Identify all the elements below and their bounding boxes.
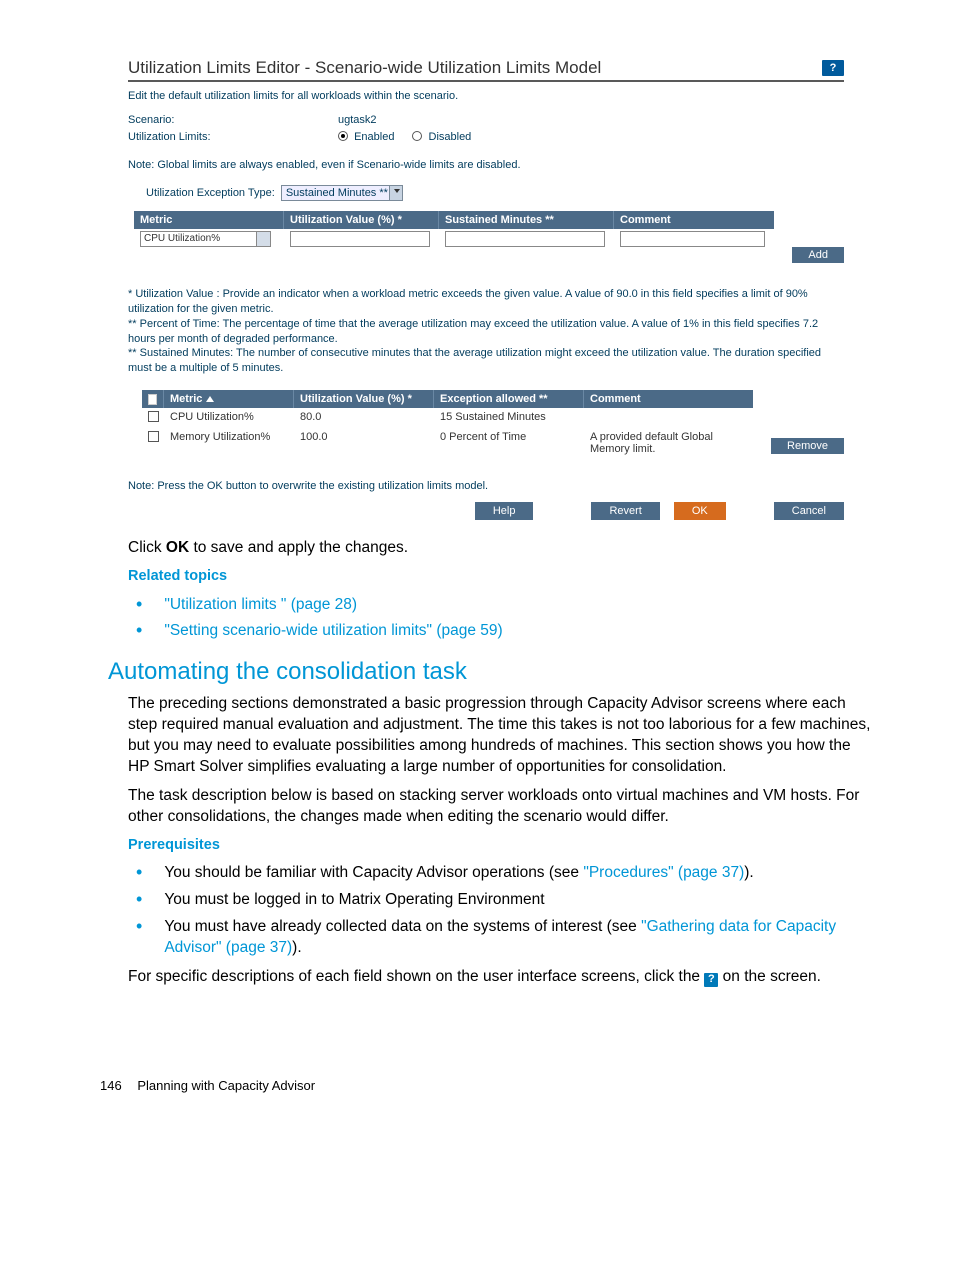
bullet-icon: • [136,917,142,935]
list-table-header: Metric Utilization Value (%) * Exception… [142,390,753,408]
revert-button[interactable]: Revert [591,502,659,520]
bullet-icon: • [136,621,142,639]
remove-button[interactable]: Remove [771,438,844,454]
paragraph: The task description below is based on s… [128,786,876,828]
radio-disabled[interactable]: Disabled [412,130,471,143]
row-checkbox[interactable] [148,431,159,442]
bullet-icon: • [136,595,142,613]
page-number: 146 [100,1078,122,1093]
related-topics-heading: Related topics [128,567,876,587]
ok-button[interactable]: OK [674,502,726,520]
paragraph: The preceding sections demonstrated a ba… [128,694,876,778]
scenario-value: ugtask2 [338,114,377,126]
entry-table-row: CPU Utilization% [134,229,774,249]
help-icon[interactable]: ? [822,60,844,76]
utilization-value-input[interactable] [290,231,430,247]
prerequisites-heading: Prerequisites [128,836,876,856]
paragraph: For specific descriptions of each field … [128,967,876,988]
page-footer: 146 Planning with Capacity Advisor [50,1078,904,1093]
row-checkbox[interactable] [148,411,159,422]
dialog-title: Utilization Limits Editor - Scenario-wid… [128,58,601,78]
metric-select[interactable]: CPU Utilization% [140,231,271,247]
explanation-text: * Utilization Value : Provide an indicat… [128,287,844,376]
utilization-limits-label: Utilization Limits: [128,131,338,143]
table-row: CPU Utilization% 80.0 15 Sustained Minut… [142,408,753,428]
scenario-label: Scenario: [128,114,338,126]
bullet-icon: • [136,863,142,881]
bullet-icon: • [136,890,142,908]
exception-type-select[interactable]: Sustained Minutes ** [281,185,403,201]
screenshot-figure: Utilization Limits Editor - Scenario-wid… [128,58,844,520]
entry-table-header: Metric Utilization Value (%) * Sustained… [134,211,774,229]
link-utilization-limits[interactable]: "Utilization limits " (page 28) [164,596,357,613]
table-row: Memory Utilization% 100.0 0 Percent of T… [142,428,753,458]
link-setting-scenario-wide[interactable]: "Setting scenario-wide utilization limit… [164,622,502,639]
list-item: You must be logged in to Matrix Operatin… [164,890,876,911]
cancel-button[interactable]: Cancel [774,502,844,520]
global-limits-note: Note: Global limits are always enabled, … [128,159,844,171]
sort-arrow-icon[interactable] [206,396,214,402]
help-icon: ? [704,973,718,987]
exception-type-label: Utilization Exception Type: [146,187,275,199]
dialog-subtitle: Edit the default utilization limits for … [128,90,844,102]
footer-title: Planning with Capacity Advisor [137,1078,315,1093]
list-item: You should be familiar with Capacity Adv… [164,863,876,884]
section-heading: Automating the consolidation task [108,658,904,686]
sustained-minutes-input[interactable] [445,231,605,247]
radio-enabled[interactable]: Enabled [338,130,394,143]
link-procedures[interactable]: "Procedures" (page 37) [583,864,744,881]
list-item: You must have already collected data on … [164,917,876,959]
help-button[interactable]: Help [475,502,534,520]
comment-input[interactable] [620,231,765,247]
instruction-text: Click OK to save and apply the changes. [128,538,876,559]
add-button[interactable]: Add [792,247,844,263]
overwrite-note: Note: Press the OK button to overwrite t… [128,480,844,492]
select-all-checkbox[interactable] [148,394,157,405]
